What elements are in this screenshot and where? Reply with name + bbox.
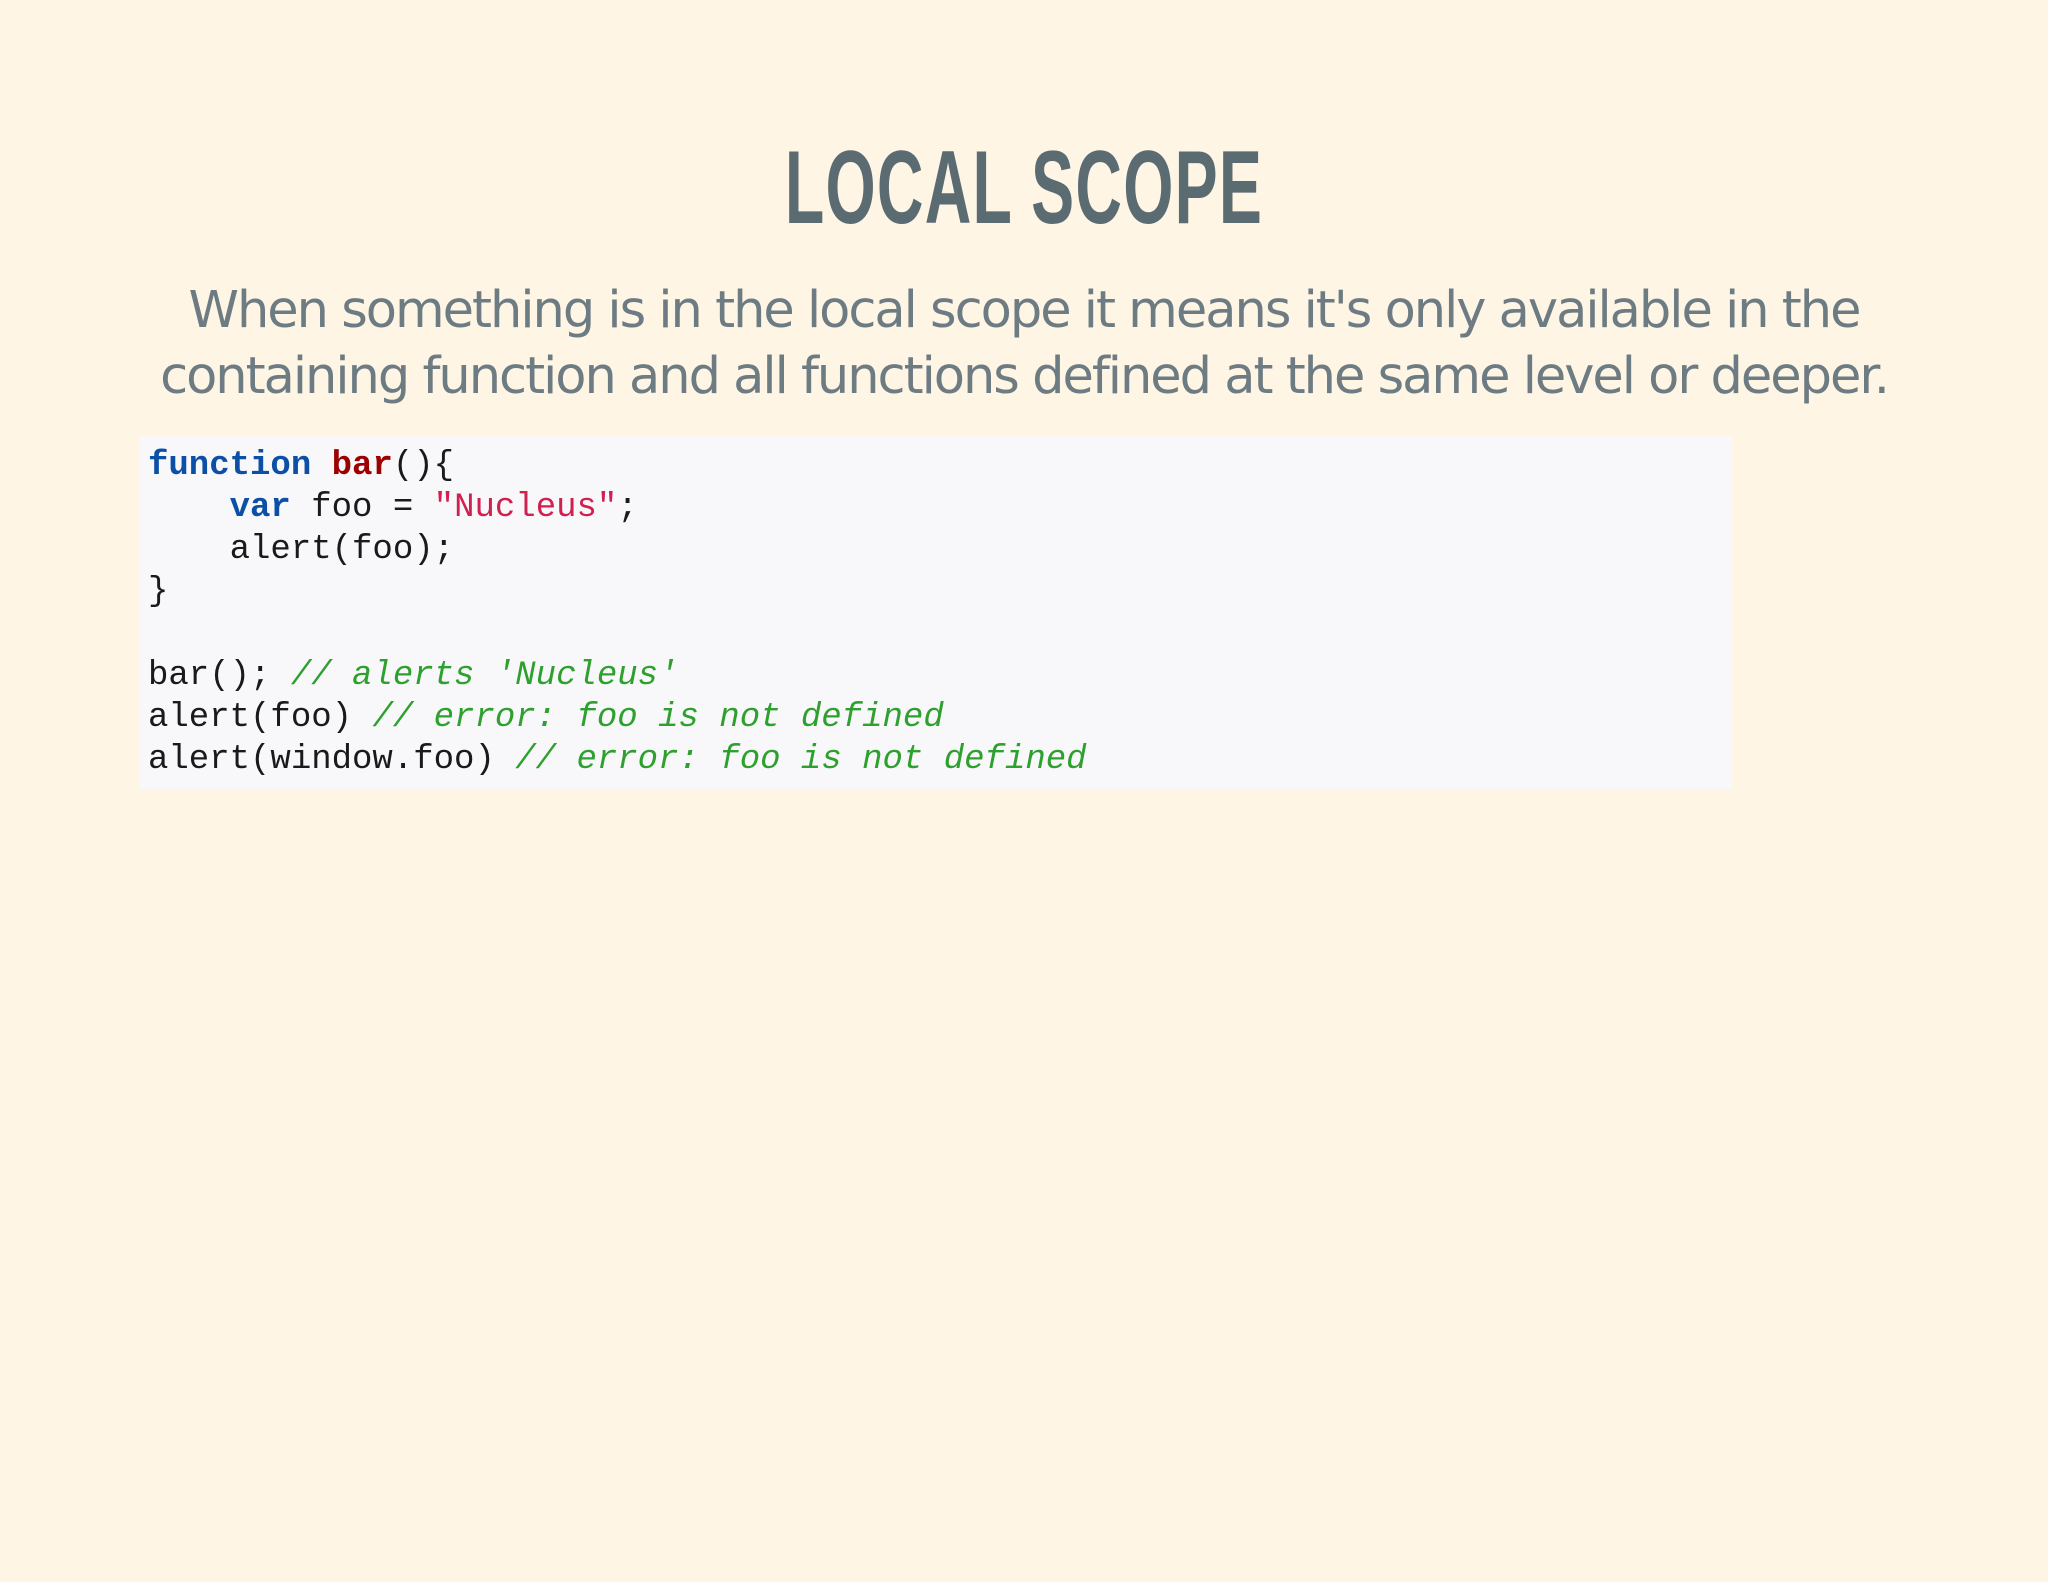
code-line-6: bar(); // alerts 'Nucleus' [148,655,1724,697]
code-line-4: } [148,571,1724,613]
code-text: alert(foo); [148,531,455,569]
code-line-8: alert(window.foo) // error: foo is not d… [148,739,1724,781]
code-line-1: function bar(){ [148,445,1724,487]
code-text: alert(window.foo) [148,741,516,779]
code-comment: // error: foo is not defined [515,741,1087,779]
slide-title: LOCAL SCOPE [784,130,1264,246]
slide: LOCAL SCOPE When something is in the loc… [0,0,2048,1582]
code-comment: // error: foo is not defined [372,699,944,737]
code-text: } [148,573,169,611]
code-text: (){ [392,447,455,485]
code-line-2: var foo = "Nucleus"; [148,487,1724,529]
code-line-3: alert(foo); [148,529,1724,571]
code-text: bar(); [148,657,291,695]
code-keyword: function [148,447,312,485]
code-line-7: alert(foo) // error: foo is not defined [148,697,1724,739]
code-function-name: bar [331,447,393,485]
code-string: "Nucleus" [433,489,618,527]
code-block: function bar(){ var foo = "Nucleus"; ale… [140,435,1732,789]
code-keyword: var [229,489,291,527]
code-text: ; [617,489,638,527]
code-text: foo = [290,489,434,527]
code-text: alert(foo) [148,699,373,737]
slide-subtitle: When something is in the local scope it … [160,281,1890,406]
code-comment: // alerts 'Nucleus' [290,657,679,695]
